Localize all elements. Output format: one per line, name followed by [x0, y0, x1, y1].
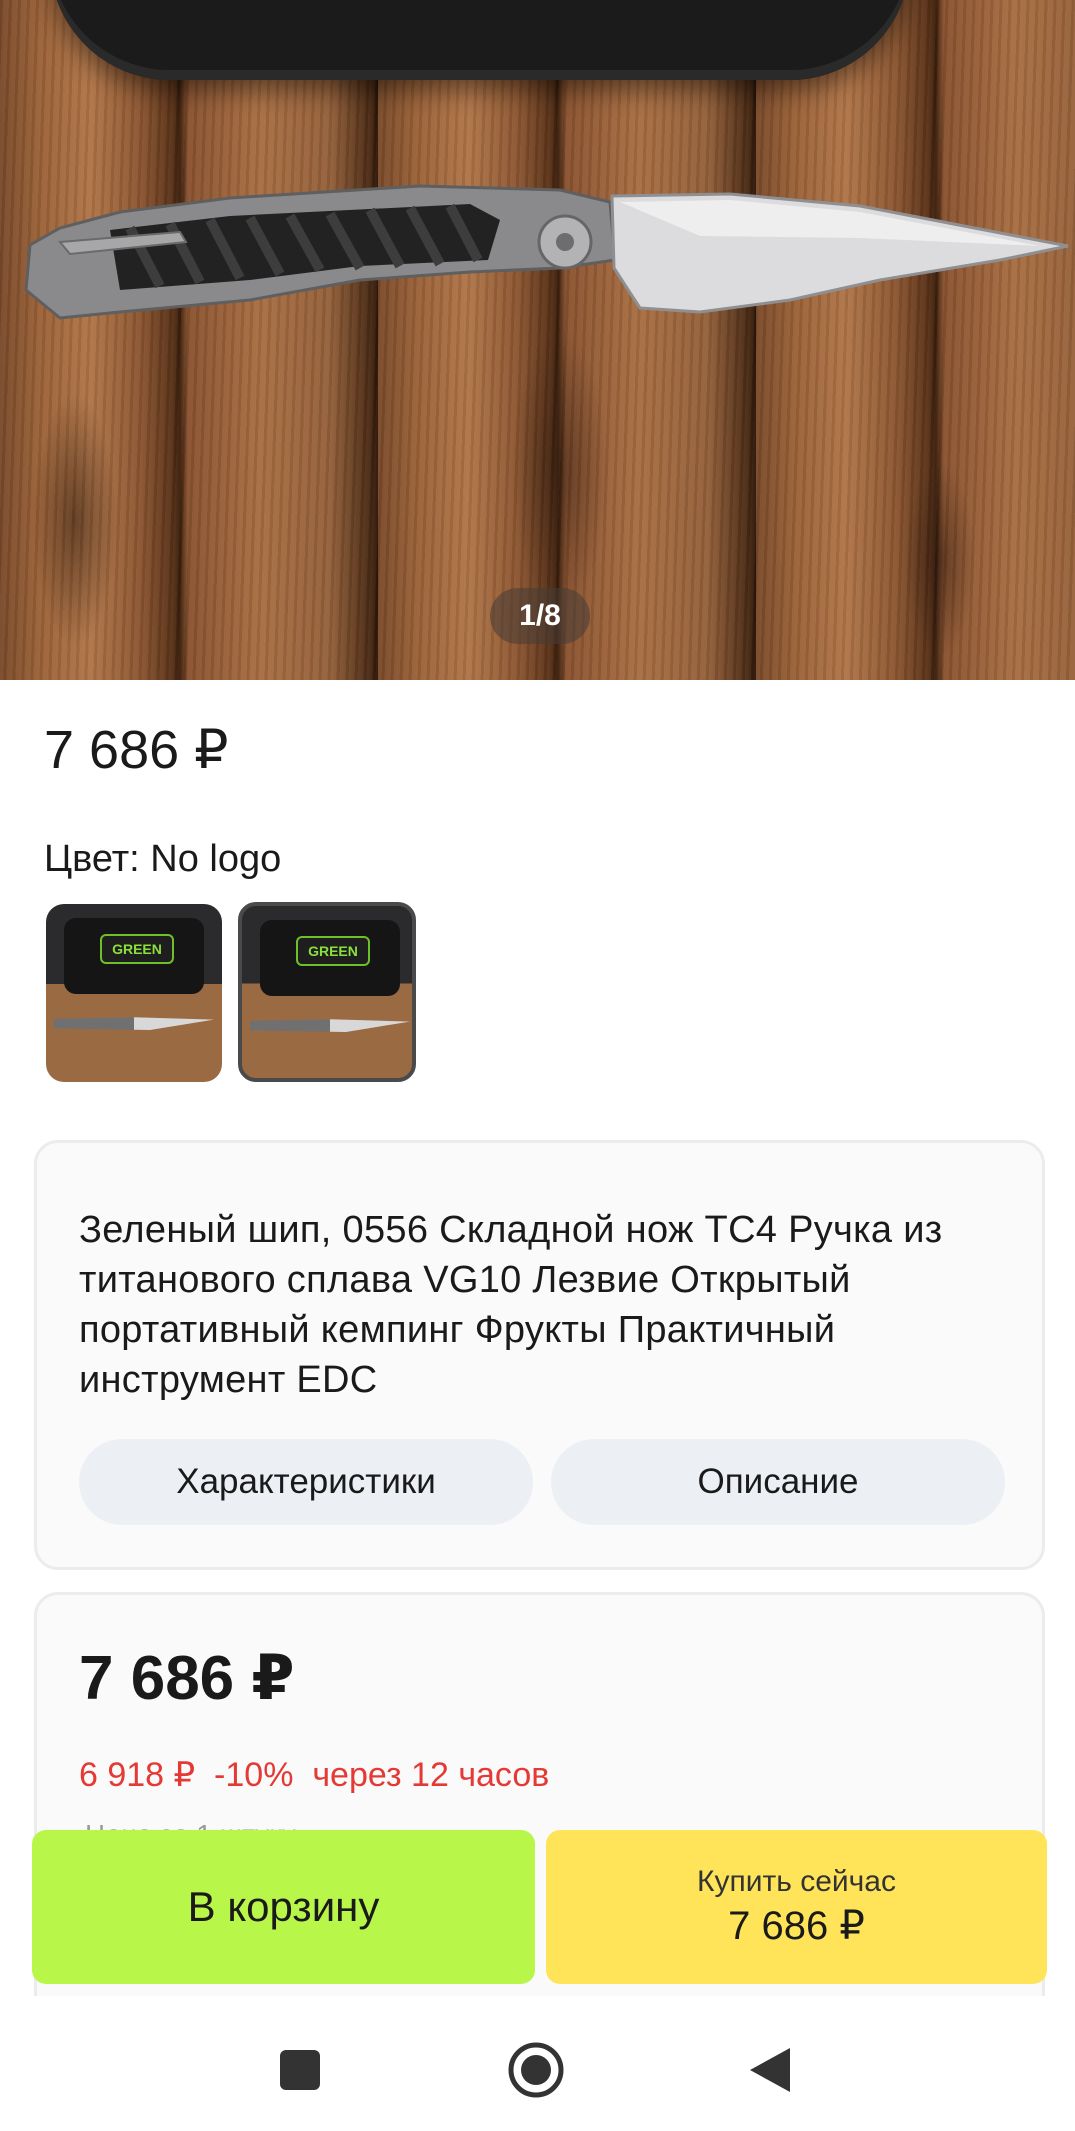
- color-label: Цвет: No logo: [44, 838, 282, 880]
- buy-now-label: Купить сейчас: [697, 1865, 896, 1898]
- discount-info: 6 918 ₽ -10% через 12 часов: [79, 1756, 550, 1794]
- swatch-knife-image: [250, 1019, 410, 1032]
- description-button[interactable]: Описание: [551, 1439, 1005, 1525]
- product-title: Зеленый шип, 0556 Складной нож TC4 Ручка…: [79, 1209, 943, 1401]
- gallery-counter: 1/8: [490, 588, 590, 644]
- buy-now-button[interactable]: Купить сейчас 7 686 ₽: [546, 1830, 1047, 1984]
- back-icon[interactable]: [740, 2040, 800, 2100]
- buy-now-price: 7 686 ₽: [728, 1904, 865, 1948]
- color-swatch-1[interactable]: GREEN: [46, 904, 222, 1082]
- product-info-card: Зеленый шип, 0556 Складной нож TC4 Ручка…: [34, 1140, 1045, 1570]
- swatch-logo: GREEN: [100, 934, 174, 964]
- knife-image: [24, 184, 1069, 320]
- price-large: 7 686 ₽: [79, 1644, 295, 1713]
- color-swatch-2-selected[interactable]: GREEN: [238, 902, 416, 1082]
- knife-case-image: [50, 0, 910, 80]
- swatch-logo: GREEN: [296, 936, 370, 966]
- product-price: 7 686 ₽: [44, 720, 229, 780]
- product-image-gallery[interactable]: 1/8: [0, 0, 1075, 680]
- product-page: 1/8 7 686 ₽ Цвет: No logo GREEN GREEN Зе…: [0, 0, 1075, 2131]
- add-to-cart-label: В корзину: [187, 1883, 380, 1930]
- recents-icon[interactable]: [270, 2040, 330, 2100]
- specs-button[interactable]: Характеристики: [79, 1439, 533, 1525]
- add-to-cart-button[interactable]: В корзину: [32, 1830, 535, 1984]
- swatch-knife-image: [54, 1017, 214, 1030]
- home-icon[interactable]: [506, 2040, 566, 2100]
